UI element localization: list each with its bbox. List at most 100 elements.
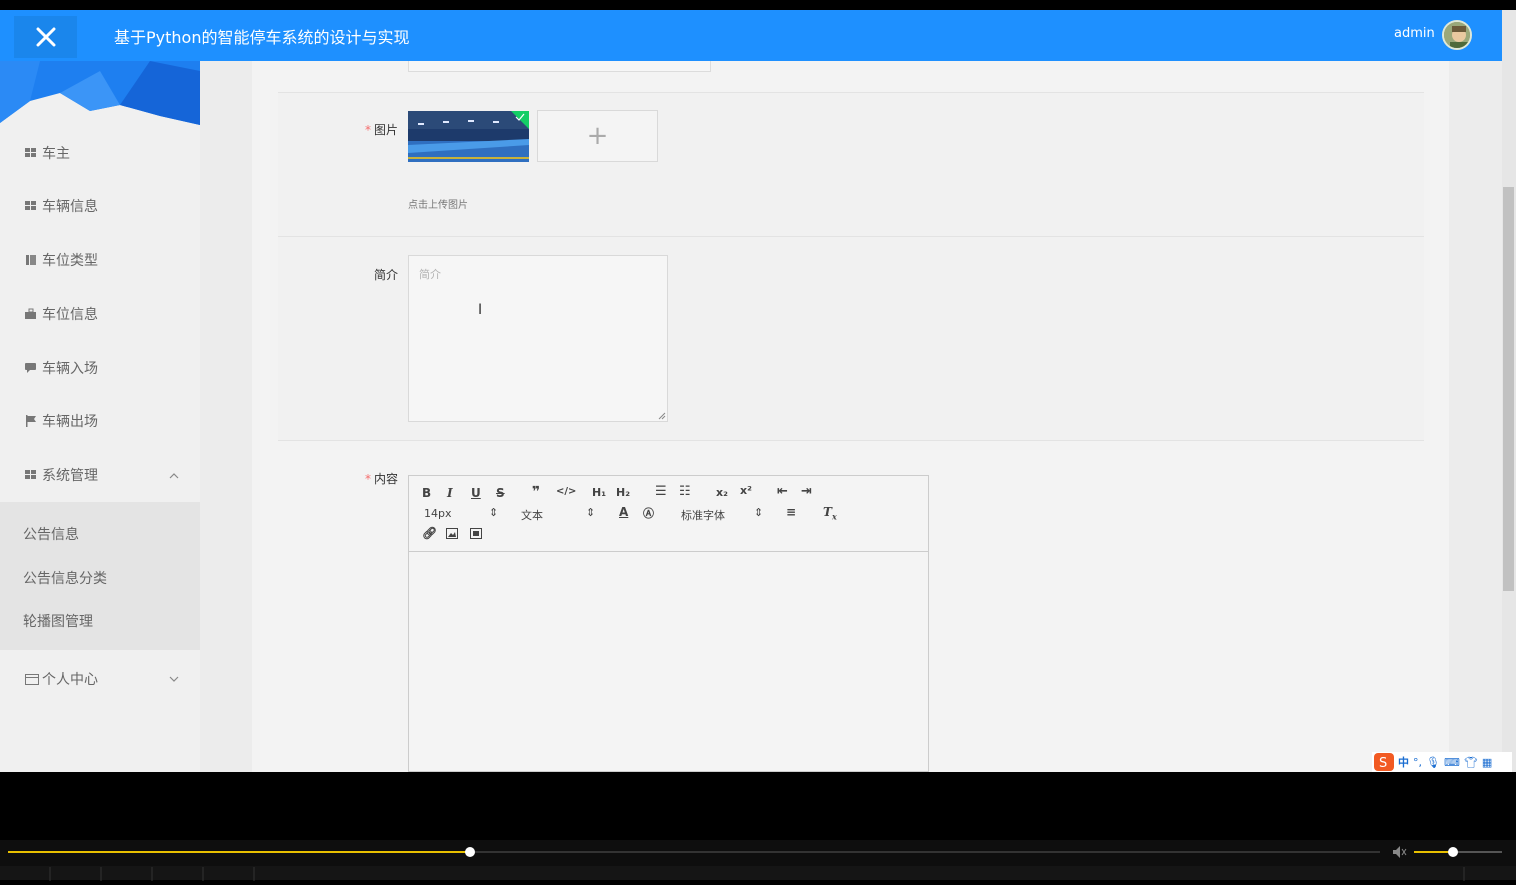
sidebar-item-owner[interactable]: 车主 [0,133,200,173]
sidebar-item-label: 车辆信息 [42,199,98,215]
sidebar-item-label: 车辆出场 [42,414,98,430]
user-name[interactable]: admin [1394,26,1435,41]
bullet-list-icon[interactable]: ☷ [679,484,691,499]
sidebar-banner [0,61,200,131]
sogou-logo-icon: S [1374,753,1394,771]
player-bottom-bar [0,866,1516,881]
indent-icon[interactable]: ⇥ [801,484,812,499]
ime-toolbar[interactable]: S 中 °, 🎙︎ ⌨︎ 👕︎ ▦ [1372,752,1512,772]
font-family-select[interactable]: 标准字体 [681,507,725,523]
content-label: * 内容 [330,470,398,487]
strikethrough-icon[interactable]: S [496,486,505,500]
plus-icon: + [586,121,609,151]
select-arrows-icon: ⇕ [586,506,596,519]
keyboard-icon[interactable]: ⌨︎ [1444,756,1460,769]
right-gutter [1449,61,1502,772]
submenu-item-announcement-categories[interactable]: 公告信息分类 [23,568,107,588]
ime-mode-label[interactable]: 中 [1398,754,1409,770]
sidebar-item-space-info[interactable]: 车位信息 [0,294,200,334]
book-icon [25,254,37,266]
font-color-icon[interactable]: A [619,505,628,519]
left-gutter [200,61,252,772]
volume-icon[interactable] [1392,845,1408,859]
required-mark: * [364,123,371,137]
sidebar-item-label: 系统管理 [42,468,98,484]
sidebar-item-label: 车主 [42,146,70,162]
image-icon[interactable] [446,528,458,539]
close-sidebar-button[interactable] [14,16,77,58]
top-strip [0,0,1516,10]
bottom-bar-dividers [49,867,1465,881]
sidebar-item-label: 车辆入场 [42,361,98,377]
microphone-icon[interactable]: 🎙︎ [1426,756,1440,769]
ordered-list-icon[interactable]: ☰ [655,484,667,499]
grid-icon [25,469,37,481]
flag-icon [25,415,37,427]
sidebar-item-label: 车位类型 [42,253,98,269]
outdent-icon[interactable]: ⇤ [777,484,788,499]
grid-icon [25,200,37,212]
grid-icon [25,147,37,159]
skin-icon[interactable]: 👕︎ [1464,756,1478,769]
calendar-icon [25,673,39,685]
header-1-icon[interactable]: H₁ [592,486,606,499]
sidebar-item-vehicle-exit[interactable]: 车辆出场 [0,401,200,441]
avatar[interactable] [1442,20,1472,50]
clear-format-icon[interactable]: Tx [823,505,837,521]
code-block-icon[interactable]: </> [556,486,576,497]
comment-icon [25,362,37,374]
select-arrows-icon: ⇕ [754,506,764,519]
blockquote-icon[interactable]: ❞ [532,484,540,500]
uploaded-image-thumbnail[interactable] [408,111,529,162]
image-label-text: 图片 [373,123,398,137]
submenu-item-carousel[interactable]: 轮播图管理 [23,611,93,631]
editor-toolbar: B I U S ❞ </> H₁ H₂ ☰ ☷ x₂ x² ⇤ ⇥ 14px ⇕… [409,476,928,552]
text-style-select[interactable]: 文本 [521,507,543,523]
select-arrows-icon: ⇕ [489,506,499,519]
punctuation-icon[interactable]: °, [1413,756,1422,769]
seek-knob[interactable] [465,847,475,857]
close-icon [36,27,55,47]
page-scrollbar-thumb[interactable] [1503,187,1514,591]
app-title: 基于Python的智能停车系统的设计与实现 [114,28,410,47]
align-icon[interactable]: ≡ [786,505,796,519]
underline-icon[interactable]: U [471,486,481,500]
sidebar-item-vehicle-entry[interactable]: 车辆入场 [0,348,200,388]
upload-image-button[interactable]: + [537,110,658,162]
chevron-up-icon[interactable] [168,470,180,482]
toolbox-icon[interactable]: ▦ [1482,756,1492,769]
resize-handle-icon[interactable] [658,412,666,420]
sidebar-item-label: 车位信息 [42,307,98,323]
content-label-text: 内容 [373,472,398,486]
background-color-icon[interactable]: Ⓐ [643,505,654,521]
previous-field-input[interactable] [408,61,711,72]
upload-hint: 点击上传图片 [408,200,468,211]
subscript-icon[interactable]: x₂ [716,486,728,499]
intro-label: 简介 [373,268,398,282]
avatar-image [1444,22,1470,48]
parking-garage-image [408,111,529,162]
bold-icon[interactable]: B [422,486,431,500]
intro-textarea[interactable]: 简介 [408,255,668,422]
text-cursor-icon: I [478,302,483,318]
briefcase-icon [25,308,37,320]
font-size-select[interactable]: 14px [424,507,452,520]
superscript-icon[interactable]: x² [740,484,752,497]
sidebar-item-vehicle-info[interactable]: 车辆信息 [0,186,200,226]
video-icon[interactable] [470,528,482,539]
image-label: * 图片 [330,121,398,138]
svg-text:S: S [1379,756,1387,771]
italic-icon[interactable]: I [447,486,453,500]
required-mark: * [364,472,371,486]
link-icon[interactable]: 🔗︎ [422,526,437,540]
banner-graphic [0,61,200,131]
seek-progress [8,851,470,853]
sidebar-item-space-type[interactable]: 车位类型 [0,240,200,280]
intro-placeholder: 简介 [419,268,441,281]
submenu-item-announcements[interactable]: 公告信息 [23,524,79,544]
sidebar-item-label: 个人中心 [42,672,98,688]
volume-knob[interactable] [1448,847,1458,857]
header-2-icon[interactable]: H₂ [616,486,630,499]
chevron-down-icon[interactable] [168,673,180,685]
top-header: 基于Python的智能停车系统的设计与实现 admin [0,10,1502,61]
